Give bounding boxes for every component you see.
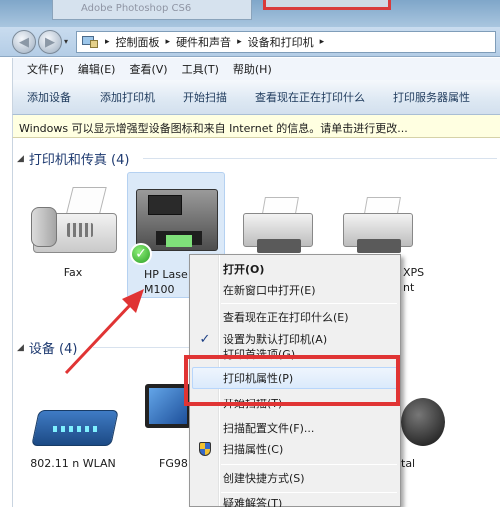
menu-item-troubleshoot[interactable]: 疑难解答(T) xyxy=(190,495,400,507)
printers-group-title: 打印机和传真 (4) xyxy=(28,153,130,168)
device-label: Fax xyxy=(63,266,83,279)
annotation-highlight-box xyxy=(184,355,400,406)
printer-tray xyxy=(257,239,301,253)
menu-separator xyxy=(221,492,397,493)
devices-printers-icon xyxy=(81,35,99,49)
forward-button[interactable]: ▶ xyxy=(38,30,62,54)
forward-arrow-icon: ▶ xyxy=(45,34,55,50)
background-red-box xyxy=(263,0,391,10)
background-window-title: Adobe Photoshop CS6 xyxy=(81,3,192,14)
device-label: HP Lase xyxy=(144,268,188,281)
menu-tools[interactable]: 工具(T) xyxy=(182,61,219,77)
background-window-strip: Adobe Photoshop CS6 xyxy=(0,0,500,27)
see-printing-button[interactable]: 查看现在正在打印什么 xyxy=(247,89,373,105)
breadcrumb-separator-icon[interactable]: ▸ xyxy=(105,37,110,47)
menu-item-create-shortcut[interactable]: 创建快捷方式(S) xyxy=(190,467,400,489)
collapse-arrow-icon: ◢ xyxy=(17,342,24,353)
print-server-properties-button[interactable]: 打印服务器属性 xyxy=(385,89,478,105)
back-button[interactable]: ◀ xyxy=(12,30,36,54)
add-printer-button[interactable]: 添加打印机 xyxy=(92,89,163,105)
device-printer[interactable] xyxy=(231,183,321,263)
menu-item-open-new-window[interactable]: 在新窗口中打开(E) xyxy=(190,279,400,301)
device-other[interactable]: tal xyxy=(395,378,475,478)
breadcrumb-hardware-sound[interactable]: 硬件和声音 xyxy=(176,34,231,50)
menu-separator xyxy=(221,303,397,304)
printer-tray xyxy=(357,239,401,253)
breadcrumb-devices-printers[interactable]: 设备和打印机 xyxy=(248,34,314,50)
menu-separator xyxy=(221,464,397,465)
menu-item-scan-profiles[interactable]: 扫描配置文件(F)... xyxy=(190,417,400,439)
recent-pages-dropdown[interactable]: ▾ xyxy=(64,37,68,46)
menu-item-open[interactable]: 打开(O) xyxy=(190,258,400,280)
start-scan-button[interactable]: 开始扫描 xyxy=(175,89,235,105)
menu-edit[interactable]: 编辑(E) xyxy=(78,61,116,77)
collapse-arrow-icon: ◢ xyxy=(17,153,24,164)
device-label: tal xyxy=(401,457,416,470)
breadcrumb-separator-icon[interactable]: ▸ xyxy=(166,37,171,47)
menu-view[interactable]: 查看(V) xyxy=(129,61,167,77)
fax-handset xyxy=(31,207,57,247)
breadcrumb-separator-icon[interactable]: ▸ xyxy=(237,37,242,47)
menu-item-see-printing[interactable]: 查看现在正在打印什么(E) xyxy=(190,306,400,328)
device-label-line2: nt xyxy=(403,281,415,294)
fax-keypad xyxy=(67,223,93,237)
default-printer-check-icon: ✓ xyxy=(130,243,152,265)
annotation-arrow-icon xyxy=(64,289,144,375)
router-lights xyxy=(53,426,97,432)
printer-scanner-lid xyxy=(148,195,182,215)
info-bar[interactable]: Windows 可以显示增强型设备图标和来自 Internet 的信息。请单击进… xyxy=(12,115,500,138)
printer-paper xyxy=(166,235,192,247)
device-wlan[interactable]: 802.11 n WLAN xyxy=(23,378,123,478)
command-bar: 添加设备 添加打印机 开始扫描 查看现在正在打印什么 打印服务器属性 xyxy=(12,80,500,115)
add-device-button[interactable]: 添加设备 xyxy=(27,89,79,105)
device-label: XPS xyxy=(403,266,425,279)
menu-item-scan-properties[interactable]: 扫描属性(C) xyxy=(190,438,400,460)
address-bar[interactable]: ▸ 控制面板 ▸ 硬件和声音 ▸ 设备和打印机 ▸ xyxy=(76,31,496,53)
menu-help[interactable]: 帮助(H) xyxy=(233,61,272,77)
device-label: 802.11 n WLAN xyxy=(30,457,116,470)
device-fax[interactable]: Fax xyxy=(23,183,123,283)
menu-bar: 文件(F) 编辑(E) 查看(V) 工具(T) 帮助(H) xyxy=(12,58,500,80)
group-divider xyxy=(143,158,497,159)
navigation-bar: ◀ ▶ ▾ ▸ 控制面板 ▸ 硬件和声音 ▸ 设备和打印机 ▸ xyxy=(0,27,500,57)
breadcrumb-control-panel[interactable]: 控制面板 xyxy=(116,34,160,50)
back-arrow-icon: ◀ xyxy=(19,34,29,50)
menu-file[interactable]: 文件(F) xyxy=(27,61,64,77)
breadcrumb-separator-icon[interactable]: ▸ xyxy=(320,37,325,47)
printers-group-header[interactable]: ◢ 打印机和传真 (4) xyxy=(17,149,129,168)
background-window-tab: Adobe Photoshop CS6 xyxy=(52,0,252,20)
device-icon xyxy=(401,398,445,446)
